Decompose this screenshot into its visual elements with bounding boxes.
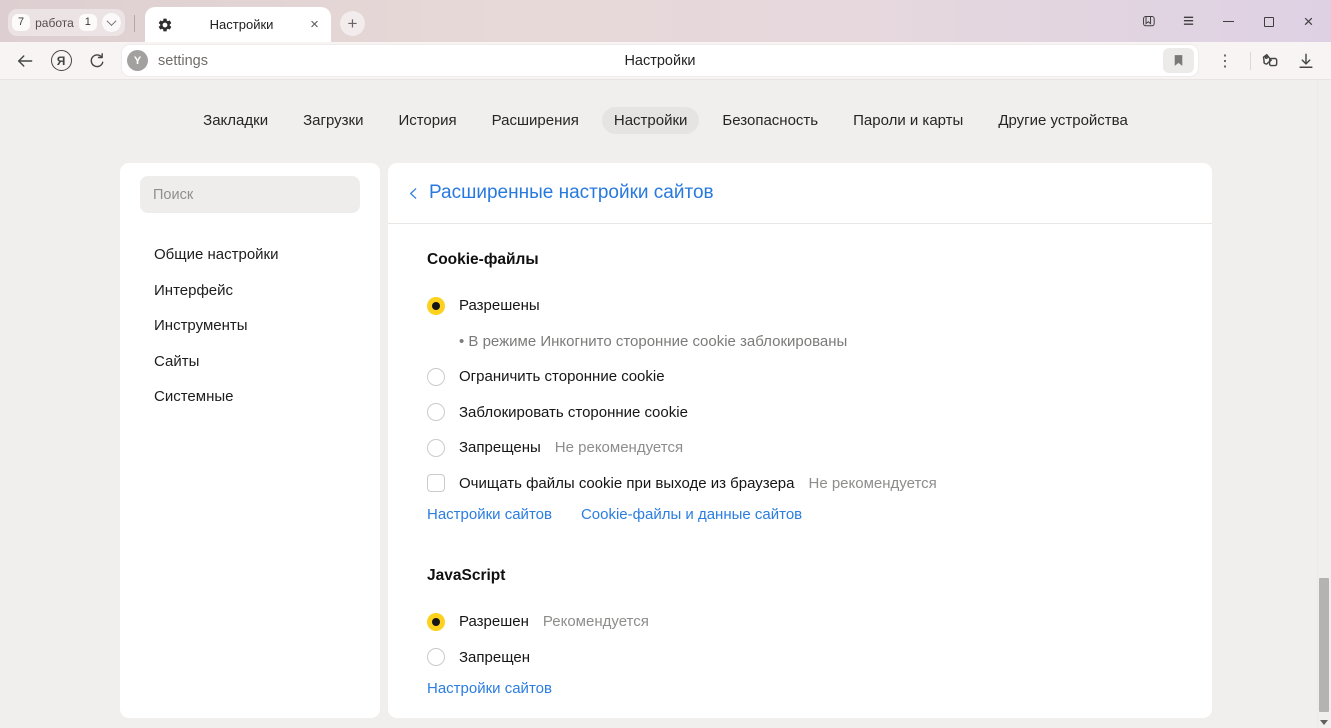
minimize-icon <box>1223 21 1234 22</box>
nav-tab-other-devices[interactable]: Другие устройства <box>986 107 1139 134</box>
url-text: settings <box>158 53 208 69</box>
page-header: Расширенные настройки сайтов <box>388 163 1212 224</box>
gear-icon <box>157 17 173 33</box>
javascript-section: JavaScript Разрешен Рекомендуется Запрещ… <box>427 567 1172 697</box>
section-title-cookies: Cookie-файлы <box>427 251 1172 269</box>
downloads-button[interactable] <box>1295 50 1317 72</box>
radio-icon[interactable] <box>427 403 445 421</box>
scrollbar-track[interactable] <box>1317 80 1331 728</box>
site-badge-icon: Y <box>127 50 148 71</box>
nav-tab-extensions[interactable]: Расширения <box>480 107 591 134</box>
hint-not-recommended: Не рекомендуется <box>555 439 683 456</box>
checkbox-clear-cookies-on-exit[interactable]: Очищать файлы cookie при выходе из брауз… <box>427 466 1172 502</box>
radio-js-allowed[interactable]: Разрешен Рекомендуется <box>427 604 1172 640</box>
toolbar: Я Y settings Настройки ⋮ <box>0 42 1331 80</box>
nav-tab-settings[interactable]: Настройки <box>602 107 700 134</box>
window-maximize-button[interactable] <box>1260 13 1277 30</box>
radio-icon[interactable] <box>427 368 445 386</box>
tab-group-count-badge: 7 <box>12 14 30 31</box>
bookmark-icon <box>1172 54 1185 67</box>
radio-checked-icon[interactable] <box>427 297 445 315</box>
sidebar-item-system[interactable]: Системные <box>140 379 360 415</box>
settings-sidebar: Общие настройки Интерфейс Инструменты Са… <box>120 163 380 718</box>
link-cookies-and-site-data[interactable]: Cookie-файлы и данные сайтов <box>581 506 802 523</box>
refresh-button[interactable] <box>86 50 108 72</box>
settings-nav-tabs: Закладки Загрузки История Расширения Нас… <box>0 80 1331 134</box>
new-tab-button[interactable]: + <box>340 11 365 36</box>
extensions-button[interactable] <box>1259 50 1281 72</box>
chevron-down-icon <box>106 16 116 26</box>
window-close-button[interactable]: × <box>1300 13 1317 30</box>
nav-tab-passwords[interactable]: Пароли и карты <box>841 107 975 134</box>
radio-icon[interactable] <box>427 439 445 457</box>
radio-cookies-forbidden[interactable]: Запрещены Не рекомендуется <box>427 430 1172 466</box>
settings-main-panel: Расширенные настройки сайтов Cookie-файл… <box>388 163 1212 718</box>
cookies-section: Cookie-файлы Разрешены • В режиме Инкогн… <box>427 251 1172 523</box>
sidebar-item-general[interactable]: Общие настройки <box>140 237 360 273</box>
nav-tab-security[interactable]: Безопасность <box>710 107 830 134</box>
tab-title: Настройки <box>173 17 310 32</box>
side-panel-button[interactable] <box>1140 13 1157 30</box>
sidebar-item-tools[interactable]: Инструменты <box>140 308 360 344</box>
nav-tab-history[interactable]: История <box>386 107 468 134</box>
page-title: Настройки <box>122 53 1198 69</box>
tab-close-icon[interactable]: × <box>310 17 319 32</box>
browser-menu-button[interactable]: ≡ <box>1180 13 1197 30</box>
toolbar-divider <box>1250 52 1251 70</box>
titlebar: 7 работа 1 Настройки × + ≡ × <box>0 0 1331 42</box>
tab-group-pill[interactable]: 7 работа 1 <box>8 9 125 36</box>
link-site-settings[interactable]: Настройки сайтов <box>427 680 552 697</box>
page-actions-menu-button[interactable]: ⋮ <box>1216 51 1234 71</box>
radio-icon[interactable] <box>427 648 445 666</box>
back-button[interactable] <box>14 50 36 72</box>
sidebar-item-interface[interactable]: Интерфейс <box>140 273 360 309</box>
maximize-icon <box>1264 17 1274 27</box>
sidebar-item-sites[interactable]: Сайты <box>140 344 360 380</box>
yandex-home-button[interactable]: Я <box>50 50 72 72</box>
radio-checked-icon[interactable] <box>427 613 445 631</box>
back-chevron-icon[interactable] <box>403 183 423 203</box>
checkbox-icon[interactable] <box>427 474 445 492</box>
hint-recommended: Рекомендуется <box>543 613 649 630</box>
radio-cookies-allowed[interactable]: Разрешены <box>427 288 1172 324</box>
section-title-javascript: JavaScript <box>427 567 1172 585</box>
scrollbar-thumb[interactable] <box>1319 578 1329 712</box>
radio-js-forbidden[interactable]: Запрещен <box>427 640 1172 676</box>
tab-group-expand-button[interactable] <box>102 13 121 32</box>
hint-not-recommended: Не рекомендуется <box>809 475 937 492</box>
scrollbar-down-arrow-icon[interactable] <box>1320 720 1328 725</box>
cookies-incognito-note: • В режиме Инкогнито сторонние cookie за… <box>427 324 1172 360</box>
address-bar[interactable]: Y settings Настройки <box>122 45 1198 76</box>
tab-settings[interactable]: Настройки × <box>145 7 331 42</box>
search-input[interactable] <box>140 176 360 213</box>
yandex-logo-icon: Я <box>51 50 72 71</box>
link-site-settings[interactable]: Настройки сайтов <box>427 506 552 523</box>
bookmark-button[interactable] <box>1163 48 1194 73</box>
radio-cookies-limit-thirdparty[interactable]: Ограничить сторонние cookie <box>427 359 1172 395</box>
window-minimize-button[interactable] <box>1220 13 1237 30</box>
tab-group-active-badge: 1 <box>79 14 97 31</box>
radio-cookies-block-thirdparty[interactable]: Заблокировать сторонние cookie <box>427 395 1172 431</box>
nav-tab-downloads[interactable]: Загрузки <box>291 107 375 134</box>
nav-tab-bookmarks[interactable]: Закладки <box>191 107 280 134</box>
tab-strip-divider <box>134 15 135 32</box>
settings-page: Закладки Загрузки История Расширения Нас… <box>0 80 1331 728</box>
page-header-title[interactable]: Расширенные настройки сайтов <box>429 182 714 204</box>
tab-group-name: работа <box>35 16 74 30</box>
